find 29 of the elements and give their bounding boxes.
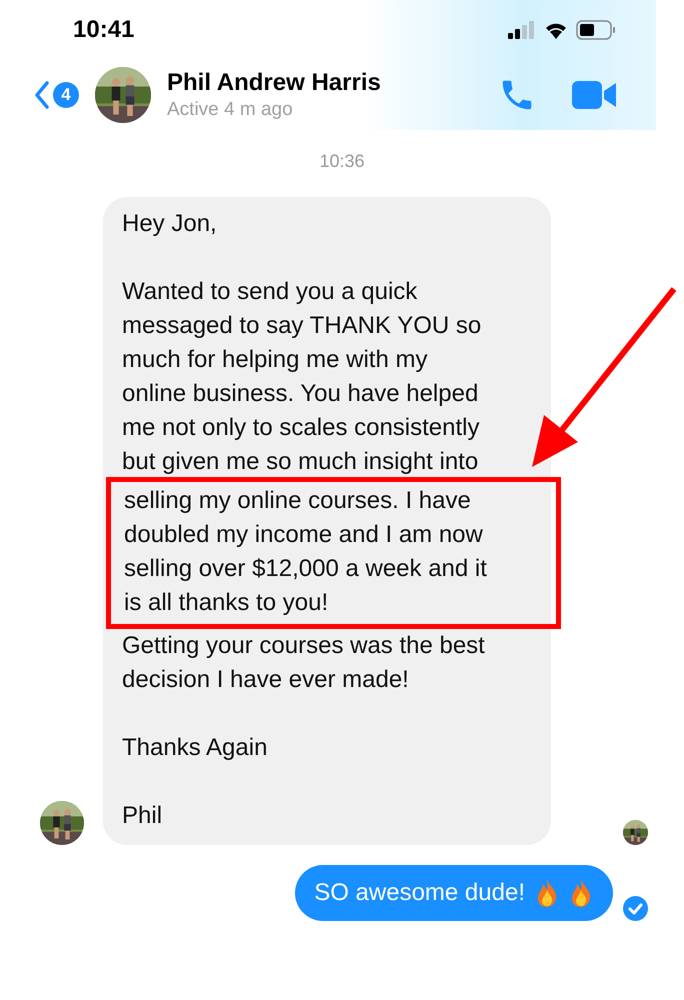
wifi-icon	[544, 21, 568, 39]
message-line: Hey Jon,	[122, 209, 218, 239]
message-line: Getting your courses was the best	[122, 631, 486, 661]
message-line: is all thanks to you!	[124, 588, 330, 618]
battery-icon	[576, 20, 616, 40]
message-line: decision I have ever made!	[122, 665, 410, 695]
unread-badge: 4	[53, 82, 79, 108]
message-text: SO awesome dude!	[314, 878, 525, 908]
back-button[interactable]: 4	[34, 81, 79, 109]
message-line: selling over $12,000 a week and it	[124, 554, 488, 584]
signal-icon	[508, 21, 536, 39]
back-icon	[34, 81, 50, 109]
message-line: Thanks Again	[122, 733, 268, 763]
message-line: messaged to say THANK YOU so	[122, 311, 482, 341]
fire-icon	[535, 878, 559, 908]
message-line: but given me so much insight into	[122, 447, 480, 477]
message-line: Phil	[122, 801, 164, 831]
message-line: online business. You have helped	[122, 379, 480, 409]
message-line: selling my online courses. I have	[124, 486, 472, 516]
message-line: Wanted to send you a quick	[122, 277, 418, 307]
message-line: doubled my income and I am now	[124, 520, 484, 550]
active-status: Active 4 m ago	[167, 98, 294, 122]
message-line: me not only to scales consistently	[122, 413, 481, 443]
message-line: much for helping me with my	[122, 345, 428, 375]
message-timestamp: 10:36	[319, 150, 365, 173]
video-call-icon[interactable]	[572, 79, 616, 111]
fire-icon	[569, 878, 593, 908]
contact-name: Phil Andrew Harris	[167, 68, 382, 98]
status-time: 10:41	[73, 15, 134, 45]
